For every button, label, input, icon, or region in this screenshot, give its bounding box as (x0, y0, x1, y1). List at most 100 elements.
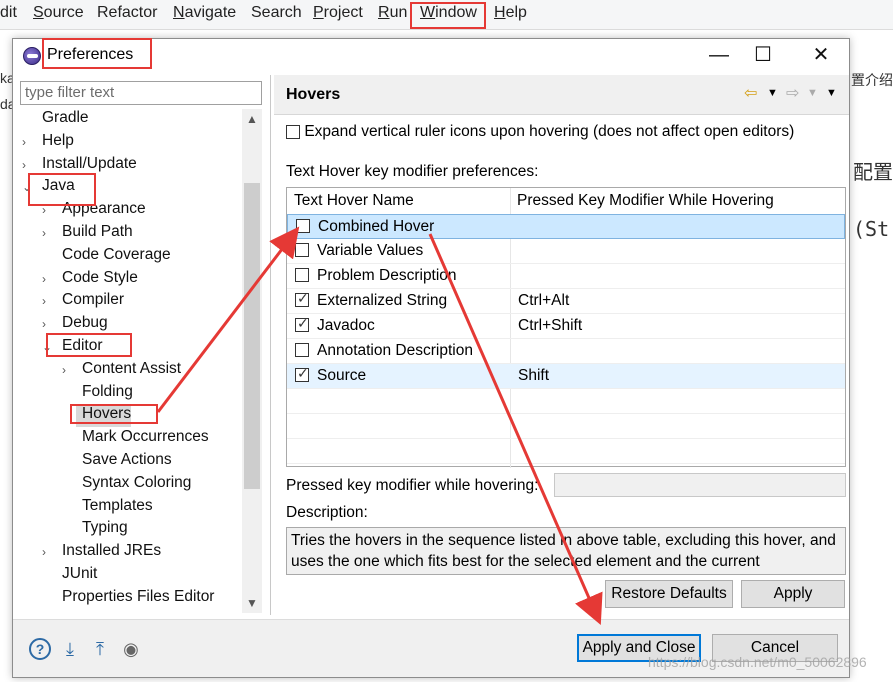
expand-ruler-option[interactable]: Expand vertical ruler icons upon hoverin… (286, 123, 794, 141)
apply-button[interactable]: Apply (741, 580, 845, 608)
tree-item-installed-jres[interactable]: › Installed JREs (42, 542, 162, 564)
tree-item-code-coverage[interactable]: Code Coverage (56, 246, 171, 268)
empty-row (287, 389, 845, 414)
hover-checkbox[interactable] (295, 315, 309, 332)
tree-item-folding[interactable]: Folding (76, 383, 133, 405)
tree-item-mark-occurrences[interactable]: Mark Occurrences (76, 428, 209, 450)
hover-checkbox[interactable] (296, 218, 310, 233)
tree-item-build-path[interactable]: › Build Path (42, 223, 133, 245)
hover-checkbox[interactable] (295, 242, 309, 257)
tree-item-label: Installed JREs (62, 542, 162, 560)
hover-name: Problem Description (317, 267, 457, 284)
view-menu-icon[interactable]: ▼ (826, 87, 837, 99)
empty-row (287, 414, 845, 439)
table-row[interactable]: Variable Values (287, 239, 845, 264)
tree-item-properties-files-editor[interactable]: Properties Files Editor (56, 588, 214, 610)
tree-item-junit[interactable]: JUnit (56, 565, 97, 587)
page-header: Hovers ⇦ ▼ ⇨ ▼ ▼ (274, 75, 849, 115)
tree-item-label: Install/Update (42, 154, 137, 172)
tree-item-save-actions[interactable]: Save Actions (76, 451, 172, 473)
highlight-title (42, 38, 152, 69)
chevron-right-icon[interactable]: › (42, 294, 54, 308)
tree-item-help[interactable]: › Help (22, 132, 74, 154)
section-label: Text Hover key modifier preferences: (286, 163, 539, 180)
forward-arrow-icon[interactable]: ⇨ (786, 83, 799, 103)
tree-item-label: Code Coverage (62, 245, 171, 263)
back-arrow-icon[interactable]: ⇦ (744, 83, 757, 103)
scroll-down-icon[interactable]: ▼ (242, 593, 262, 613)
tree-item-syntax-coloring[interactable]: Syntax Coloring (76, 474, 191, 496)
menu-project[interactable]: Project (313, 4, 363, 22)
screen: dit Source Refactor Navigate Search Proj… (0, 0, 893, 682)
scroll-thumb[interactable] (244, 183, 260, 489)
eclipse-icon (23, 47, 41, 65)
tree-item-templates[interactable]: Templates (76, 497, 153, 519)
bg-snippet: (St (853, 217, 890, 241)
tree-item-label: Mark Occurrences (82, 428, 209, 446)
minimize-button[interactable]: — (701, 43, 737, 69)
tree-item-code-style[interactable]: › Code Style (42, 269, 138, 291)
table-row[interactable]: Combined Hover (287, 214, 845, 239)
highlight-editor (46, 333, 132, 357)
chevron-right-icon[interactable]: › (42, 317, 54, 331)
menu-search[interactable]: Search (251, 4, 302, 22)
chevron-right-icon[interactable]: › (22, 135, 34, 149)
record-icon[interactable]: ◉ (120, 638, 142, 660)
restore-defaults-button[interactable]: Restore Defaults (605, 580, 733, 608)
menu-refactor[interactable]: Refactor (97, 4, 157, 22)
col-header-name[interactable]: Text Hover Name (287, 188, 421, 214)
hover-checkbox[interactable] (295, 365, 309, 382)
tree-item-label: Debug (62, 314, 108, 332)
table-row[interactable]: Problem Description (287, 264, 845, 289)
modifier-input[interactable] (554, 473, 846, 497)
menu-source[interactable]: Source (33, 4, 84, 22)
menu-help[interactable]: Help (494, 4, 527, 22)
chevron-right-icon[interactable]: › (62, 363, 74, 377)
back-dropdown-icon[interactable]: ▼ (767, 87, 778, 99)
table-row[interactable]: Externalized String Ctrl+Alt (287, 289, 845, 314)
tree-item-typing[interactable]: Typing (76, 519, 128, 541)
expand-ruler-checkbox[interactable] (286, 124, 300, 139)
bg-snippet: 配置 (853, 160, 893, 184)
hover-name-cell: Externalized String (295, 290, 447, 310)
col-header-modifier[interactable]: Pressed Key Modifier While Hovering (510, 188, 781, 214)
tree-item-gradle[interactable]: Gradle (36, 109, 89, 131)
hover-checkbox[interactable] (295, 342, 309, 357)
export-icon[interactable]: ⤒ (89, 638, 111, 660)
hover-name-cell: Problem Description (295, 267, 457, 285)
chevron-right-icon[interactable]: › (22, 158, 34, 172)
maximize-button[interactable]: ☐ (745, 43, 781, 69)
scroll-up-icon[interactable]: ▲ (242, 109, 262, 129)
highlight-java (28, 173, 96, 206)
panel-divider[interactable] (270, 75, 271, 615)
hover-name: Variable Values (317, 242, 424, 259)
close-button[interactable]: ✕ (803, 43, 839, 69)
table-row[interactable]: Annotation Description (287, 339, 845, 364)
tree-item-content-assist[interactable]: › Content Assist (62, 360, 181, 382)
help-icon[interactable]: ? (29, 638, 51, 660)
chevron-right-icon[interactable]: › (42, 272, 54, 286)
tree-item-compiler[interactable]: › Compiler (42, 291, 124, 313)
watermark: https://blog.csdn.net/m0_50062896 (648, 654, 867, 670)
hover-name-cell: Combined Hover (296, 218, 434, 236)
menu-run[interactable]: Run (378, 4, 407, 22)
hover-name: Source (317, 367, 367, 384)
hover-checkbox[interactable] (295, 290, 309, 307)
chevron-right-icon[interactable]: › (42, 545, 54, 559)
empty-row (287, 439, 845, 464)
page-title: Hovers (286, 86, 341, 103)
import-icon[interactable]: ⤓ (59, 638, 81, 660)
forward-dropdown-icon[interactable]: ▼ (807, 87, 818, 99)
menu-edit[interactable]: dit (0, 4, 17, 22)
tree-item-label: Syntax Coloring (82, 473, 192, 491)
hover-name: Combined Hover (318, 218, 435, 235)
tree-item-label: Templates (82, 496, 153, 514)
menu-navigate[interactable]: Navigate (173, 4, 236, 22)
table-row[interactable]: Javadoc Ctrl+Shift (287, 314, 845, 339)
tree-scrollbar[interactable]: ▲ ▼ (242, 109, 262, 613)
table-row[interactable]: Source Shift (287, 364, 845, 389)
hover-checkbox[interactable] (295, 267, 309, 282)
filter-input[interactable]: type filter text (20, 81, 262, 105)
hover-modifier: Shift (518, 367, 550, 384)
chevron-right-icon[interactable]: › (42, 226, 54, 240)
